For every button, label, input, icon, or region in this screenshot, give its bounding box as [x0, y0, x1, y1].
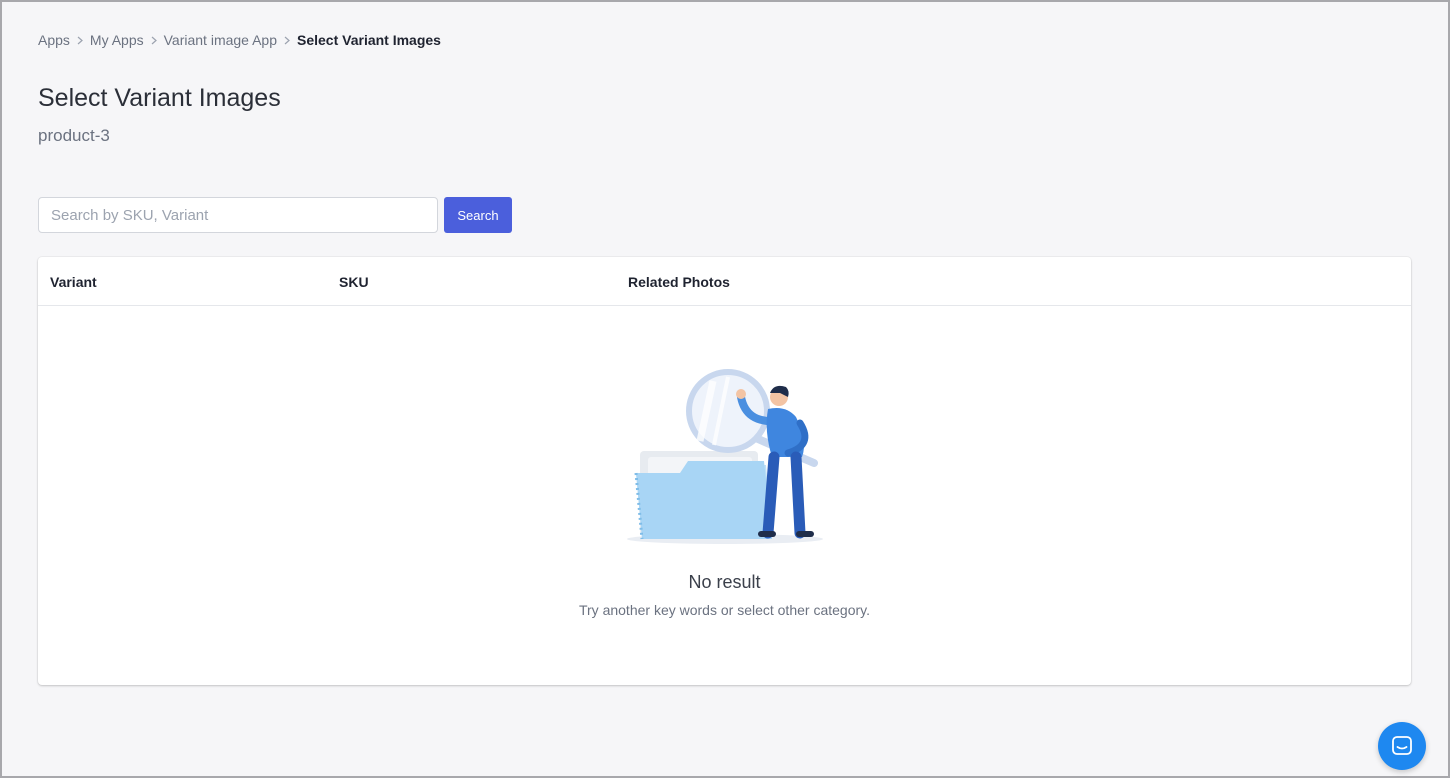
- breadcrumb-apps[interactable]: Apps: [38, 32, 70, 48]
- chevron-right-icon: [277, 36, 297, 45]
- chevron-right-icon: [144, 36, 164, 45]
- empty-state-title: No result: [688, 572, 761, 592]
- chevron-right-icon: [70, 36, 90, 45]
- breadcrumb-current: Select Variant Images: [297, 32, 441, 48]
- chat-launcher-button[interactable]: [1378, 722, 1426, 770]
- page-subtitle: product-3: [38, 126, 110, 145]
- chat-bubble-icon: [1392, 736, 1412, 755]
- page-title: Select Variant Images: [38, 84, 281, 112]
- breadcrumb-variant-image-app[interactable]: Variant image App: [164, 32, 277, 48]
- column-header-variant[interactable]: Variant: [50, 274, 97, 290]
- search-button[interactable]: Search: [444, 197, 512, 233]
- column-header-sku[interactable]: SKU: [339, 274, 369, 290]
- empty-state-message: Try another key words or select other ca…: [578, 602, 870, 618]
- empty-state-illustration: [618, 361, 832, 553]
- variants-table: Variant SKU Related Photos No result Try…: [38, 257, 1411, 685]
- search-input[interactable]: [38, 197, 438, 233]
- column-header-related-photos[interactable]: Related Photos: [628, 274, 730, 290]
- breadcrumb: Apps My Apps Variant image App Select Va…: [38, 31, 441, 49]
- table-header: Variant SKU Related Photos: [38, 257, 1411, 306]
- breadcrumb-my-apps[interactable]: My Apps: [90, 32, 144, 48]
